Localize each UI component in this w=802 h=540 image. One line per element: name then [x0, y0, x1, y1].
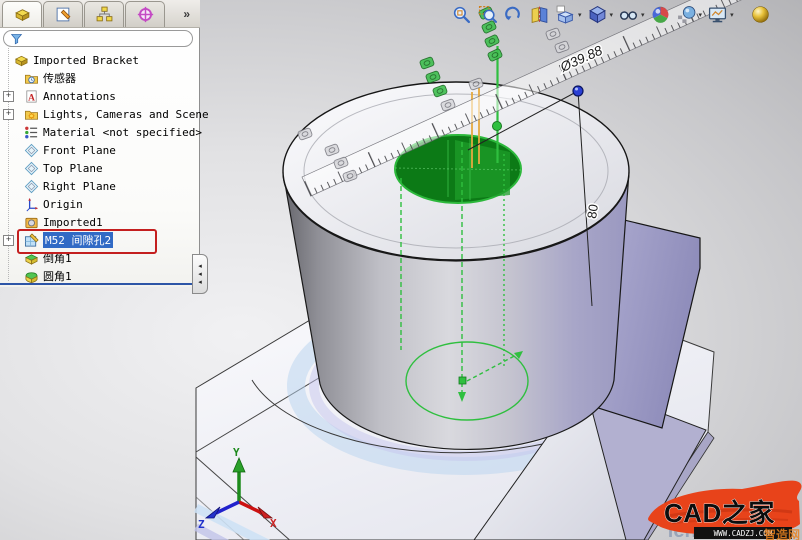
filter-input[interactable]	[23, 31, 192, 46]
tab-overflow-chevron[interactable]	[183, 7, 190, 21]
dropdown-arrow-icon[interactable]	[730, 11, 734, 19]
dropdown-arrow-icon[interactable]	[641, 11, 645, 19]
y-axis-label: Y	[233, 446, 240, 459]
tree-items: Imported Bracket 传感器 A Annotations Light…	[0, 51, 199, 285]
expand-toggle[interactable]	[3, 109, 14, 120]
hide-show-items-icon[interactable]	[618, 4, 639, 25]
zoom-to-fit-icon[interactable]	[451, 4, 472, 25]
plane-icon	[24, 179, 39, 194]
chamfer-icon	[24, 251, 39, 266]
zoom-to-area-icon[interactable]	[477, 4, 498, 25]
preview-handle-green[interactable]	[493, 122, 502, 131]
dropdown-arrow-icon[interactable]	[699, 11, 703, 19]
dropdown-arrow-icon[interactable]	[610, 11, 614, 19]
tree-item-right-plane[interactable]: Right Plane	[0, 177, 199, 195]
material-icon	[24, 125, 39, 140]
section-view-icon[interactable]	[529, 4, 550, 25]
annotations-icon: A	[24, 89, 39, 104]
expand-toggle[interactable]	[3, 91, 14, 102]
expand-toggle[interactable]	[3, 235, 14, 246]
fillet-icon	[24, 269, 39, 284]
tree-item-annotations[interactable]: A Annotations	[0, 87, 199, 105]
x-axis-label: X	[270, 517, 277, 530]
view-orientation-icon[interactable]	[555, 4, 576, 25]
tree-item-material[interactable]: Material <not specified>	[0, 123, 199, 141]
tree-item-chamfer1[interactable]: 倒角1	[0, 249, 199, 267]
tree-item-origin[interactable]: Origin	[0, 195, 199, 213]
lights-folder-icon	[24, 107, 39, 122]
rollback-bar[interactable]	[0, 283, 197, 285]
dropdown-arrow-icon[interactable]	[578, 11, 582, 19]
part-icon	[14, 53, 29, 68]
panel-splitter-handle[interactable]	[192, 254, 208, 294]
filter-funnel-icon	[10, 32, 23, 45]
origin-icon	[24, 197, 39, 212]
dimxpert-tab[interactable]	[125, 1, 165, 27]
hole-wizard-icon	[24, 233, 39, 248]
render-sphere-icon[interactable]	[750, 4, 771, 25]
height-dimension-text[interactable]: 80	[584, 203, 601, 219]
tree-item-imported1[interactable]: Imported1	[0, 213, 199, 231]
tree-filter[interactable]	[3, 30, 193, 47]
plane-icon	[24, 143, 39, 158]
tree-item-imported-bracket[interactable]: Imported Bracket	[0, 51, 199, 69]
watermark-brand: CAD之家	[664, 498, 775, 528]
propertymanager-tab[interactable]	[43, 1, 83, 27]
edit-appearance-icon[interactable]	[650, 4, 671, 25]
manager-tab-strip	[0, 0, 200, 28]
apply-scene-icon[interactable]	[676, 4, 697, 25]
view-settings-icon[interactable]	[707, 4, 728, 25]
svg-text:A: A	[28, 93, 35, 103]
tree-item-m52-clearance-hole[interactable]: M52 间隙孔2	[0, 231, 199, 249]
configurationmanager-tab[interactable]	[84, 1, 124, 27]
sensors-folder-icon	[24, 71, 39, 86]
dimension-drag-handle[interactable]	[573, 86, 583, 96]
tree-item-front-plane[interactable]: Front Plane	[0, 141, 199, 159]
plane-icon	[24, 161, 39, 176]
featuremanager-tab[interactable]	[2, 1, 42, 27]
tree-item-top-plane[interactable]: Top Plane	[0, 159, 199, 177]
display-style-icon[interactable]	[587, 4, 608, 25]
handle-highlight	[575, 88, 578, 91]
z-axis-label: Z	[198, 518, 205, 531]
watermark-partner-right: 智造网	[763, 527, 800, 540]
previous-view-icon[interactable]	[503, 4, 524, 25]
view-heads-up-toolbar	[451, 4, 771, 25]
tree-item-sensors[interactable]: 传感器	[0, 69, 199, 87]
tree-item-lights-cameras[interactable]: Lights, Cameras and Scene	[0, 105, 199, 123]
application-window: Ø39.88 80 Y X	[0, 0, 802, 540]
feature-manager-tree: Imported Bracket 传感器 A Annotations Light…	[0, 28, 200, 287]
imported-body-icon	[24, 215, 39, 230]
